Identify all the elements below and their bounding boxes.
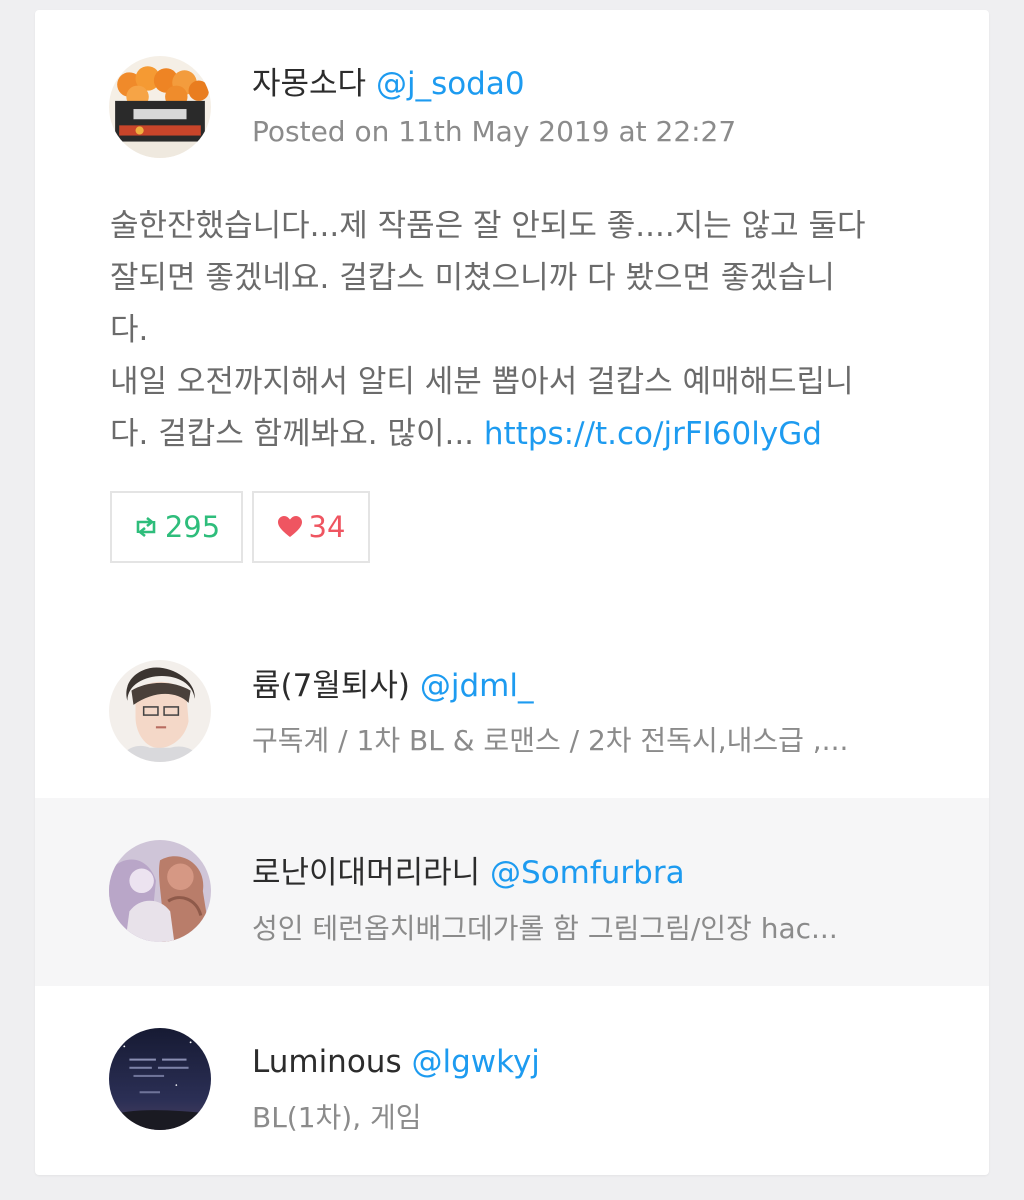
tweet-text: 술한잔했습니다...제 작품은 잘 안되도 좋....지는 않고 둘다 잘되면 …: [110, 200, 930, 460]
user-handle[interactable]: @jdml_: [420, 668, 534, 704]
post-timestamp: Posted on 11th May 2019 at 22:27: [252, 115, 737, 148]
user-bio: 성인 테런옵치배그데가롤 함 그림그림/인장 hac...: [252, 912, 838, 945]
user-name-line: 륨(7월퇴사) @jdml_: [252, 667, 533, 705]
user-name[interactable]: 륨(7월퇴사): [252, 668, 410, 704]
list-item[interactable]: 로난이대머리라니 @Somfurbra 성인 테런옵치배그데가롤 함 그림그림/…: [35, 798, 989, 986]
user-bio: 구독계 / 1차 BL & 로맨스 / 2차 전독시,내스급 ,...: [252, 724, 849, 757]
user-avatar[interactable]: [109, 1028, 211, 1130]
like-button[interactable]: 34: [252, 491, 370, 563]
user-name[interactable]: 로난이대머리라니: [252, 855, 480, 891]
retweet-count: 295: [164, 510, 221, 544]
list-item[interactable]: Luminous @lgwkyj BL(1차), 게임: [35, 986, 989, 1175]
author-name-line: 자몽소다 @j_soda0: [252, 65, 525, 103]
author-handle[interactable]: @j_soda0: [376, 66, 525, 102]
like-count: 34: [308, 510, 346, 544]
user-handle[interactable]: @lgwkyj: [411, 1044, 539, 1080]
heart-icon: [277, 515, 303, 539]
user-name-line: Luminous @lgwkyj: [252, 1043, 540, 1081]
author-avatar[interactable]: [109, 56, 211, 158]
tweet-card: 자몽소다 @j_soda0 Posted on 11th May 2019 at…: [35, 10, 989, 1175]
user-name[interactable]: Luminous: [252, 1044, 402, 1080]
user-handle[interactable]: @Somfurbra: [490, 855, 685, 891]
user-name-line: 로난이대머리라니 @Somfurbra: [252, 854, 685, 892]
retweet-button[interactable]: 295: [110, 491, 243, 563]
author-name[interactable]: 자몽소다: [252, 66, 366, 102]
user-avatar[interactable]: [109, 660, 211, 762]
user-bio: BL(1차), 게임: [252, 1101, 422, 1134]
retweet-icon: [133, 515, 159, 539]
user-avatar[interactable]: [109, 840, 211, 942]
tweet-link[interactable]: https://t.co/jrFI60lyGd: [484, 416, 822, 452]
list-item[interactable]: 륨(7월퇴사) @jdml_ 구독계 / 1차 BL & 로맨스 / 2차 전독…: [35, 620, 989, 798]
